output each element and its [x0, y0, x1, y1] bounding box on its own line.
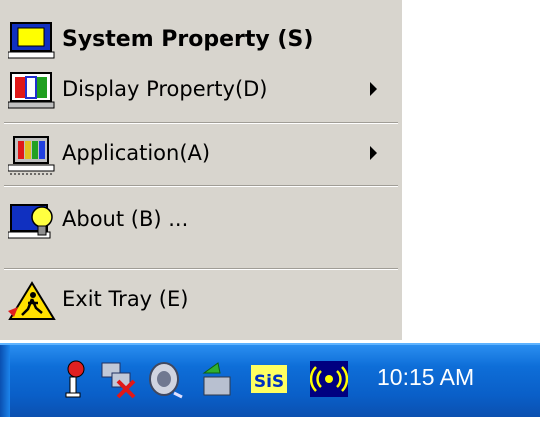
submenu-arrow-icon: [370, 82, 377, 96]
sis-icon[interactable]: SiS: [250, 359, 288, 399]
menu-separator: [4, 268, 398, 270]
safely-remove-hardware-icon[interactable]: [198, 359, 236, 399]
menu-label: About (B) ...: [62, 207, 189, 231]
taskbar: SiS 10:15 AM: [0, 340, 540, 435]
menu-label: Display Property(D): [62, 77, 268, 101]
menu-label: Exit Tray (E): [62, 287, 189, 311]
wireless-icon[interactable]: [310, 359, 348, 399]
context-menu: System Property (S) Display Property(D) …: [0, 0, 402, 340]
menu-item-display-property[interactable]: Display Property(D): [0, 62, 402, 118]
volume-icon[interactable]: [146, 359, 184, 399]
menu-separator: [4, 185, 398, 187]
application-icon: [8, 136, 55, 175]
network-disconnected-icon[interactable]: [100, 359, 138, 399]
tray-edge: [0, 345, 10, 417]
menu-item-application[interactable]: Application(A): [0, 126, 402, 182]
system-tray: SiS 10:15 AM: [0, 343, 540, 417]
svg-text:SiS: SiS: [254, 372, 284, 392]
menu-item-about[interactable]: About (B) ...: [0, 192, 402, 248]
system-property-icon: [8, 22, 55, 59]
display-property-icon: [8, 72, 55, 109]
exit-tray-icon: [8, 281, 56, 320]
clock[interactable]: 10:15 AM: [377, 364, 474, 391]
menu-item-system-property[interactable]: System Property (S): [0, 12, 402, 68]
about-icon: [8, 204, 53, 239]
menu-separator: [4, 122, 398, 124]
menu-label: System Property (S): [62, 27, 314, 52]
submenu-arrow-icon: [370, 146, 377, 160]
network-warning-icon[interactable]: [62, 359, 100, 399]
menu-item-exit-tray[interactable]: Exit Tray (E): [0, 272, 402, 328]
menu-label: Application(A): [62, 141, 211, 165]
